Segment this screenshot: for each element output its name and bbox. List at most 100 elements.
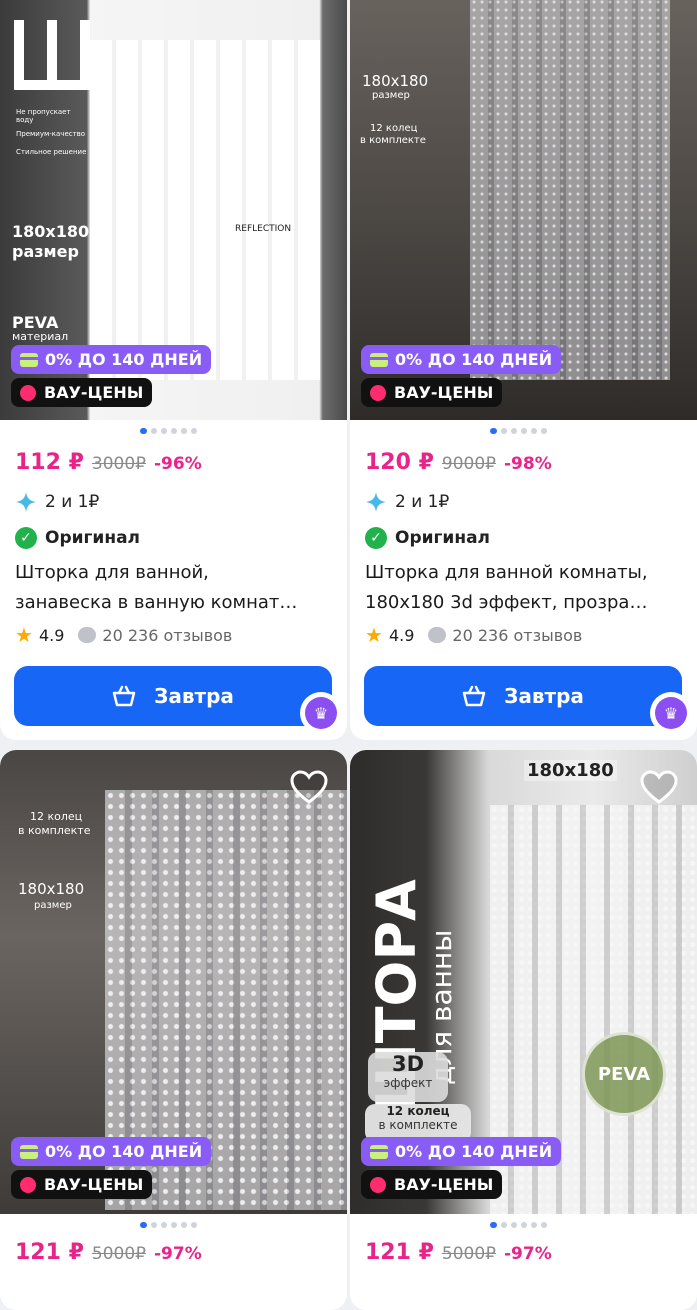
wow-icon bbox=[20, 384, 36, 401]
installment-badge: 0% ДО 140 ДНЕЙ bbox=[361, 1137, 562, 1166]
basket-icon bbox=[462, 685, 486, 707]
image-caption: 180x180 bbox=[18, 880, 85, 898]
installment-badge: 0% ДО 140 ДНЕЙ bbox=[11, 345, 212, 374]
price: 120 ₽ bbox=[365, 450, 434, 475]
rating-value: 4.9 bbox=[388, 625, 415, 645]
image-caption: в комплекте bbox=[360, 135, 426, 146]
image-caption: 12 колец bbox=[370, 123, 418, 134]
product-image[interactable]: 12 колец в комплекте 180x180 размер 0% Д… bbox=[0, 750, 347, 1214]
image-caption: 180x180 bbox=[362, 72, 429, 90]
image-caption: размер bbox=[34, 900, 72, 911]
check-icon: ✓ bbox=[365, 527, 387, 549]
image-caption: Премиум-качество bbox=[16, 130, 86, 138]
review-count: 20 236 отзывов bbox=[452, 625, 583, 645]
wow-icon bbox=[370, 384, 386, 401]
original-label: Оригинал bbox=[45, 528, 140, 548]
product-info: 121 ₽ 5000₽ -97% bbox=[15, 1240, 335, 1274]
image-caption: Стильное решение bbox=[16, 148, 87, 156]
old-price: 5000₽ bbox=[91, 1244, 146, 1264]
image-caption: Не пропускает воду bbox=[16, 108, 71, 124]
image-pager bbox=[140, 1222, 197, 1228]
spark-icon bbox=[365, 491, 387, 513]
original-row: ✓ Оригинал bbox=[15, 520, 335, 556]
favorite-button[interactable] bbox=[289, 768, 329, 808]
image-pager bbox=[490, 428, 547, 434]
discount: -96% bbox=[153, 454, 202, 474]
image-caption: для ванной bbox=[16, 80, 77, 91]
image-pager bbox=[490, 1222, 547, 1228]
product-info: 120 ₽ 9000₽ -98% 2 и 1₽ ✓ Оригинал Шторк… bbox=[365, 450, 685, 652]
curtain-graphic bbox=[90, 40, 320, 380]
installment-icon bbox=[20, 1144, 38, 1159]
image-badge: 3D эффект bbox=[368, 1052, 448, 1102]
image-caption: в комплекте bbox=[18, 824, 91, 837]
installment-icon bbox=[370, 1144, 388, 1159]
image-caption: размер bbox=[12, 242, 79, 261]
price: 112 ₽ bbox=[15, 450, 84, 475]
peva-seal: PEVA bbox=[582, 1032, 666, 1116]
promo-label: 2 и 1₽ bbox=[45, 492, 100, 512]
original-row: ✓ Оригинал bbox=[365, 520, 685, 556]
buy-button[interactable]: Завтра bbox=[14, 666, 332, 726]
price: 121 ₽ bbox=[365, 1240, 434, 1265]
rating-row: ★ 4.9 20 236 отзывов bbox=[15, 618, 335, 652]
image-caption: REFLECTION bbox=[235, 224, 292, 234]
crown-icon: ♛ bbox=[650, 692, 692, 734]
image-caption: размер bbox=[372, 90, 410, 101]
buy-button[interactable]: Завтра bbox=[364, 666, 682, 726]
favorite-button[interactable] bbox=[639, 768, 679, 808]
discount: -97% bbox=[153, 1244, 202, 1264]
product-image[interactable]: 180x180 размер 12 колец в комплекте 0% Д… bbox=[350, 0, 697, 420]
promo-row: 2 и 1₽ bbox=[15, 484, 335, 520]
curtain-graphic bbox=[470, 0, 670, 380]
installment-icon bbox=[20, 352, 38, 367]
image-caption: материал bbox=[12, 330, 69, 343]
wow-badge: ВАУ-ЦЕНЫ bbox=[11, 378, 153, 407]
badges: 0% ДО 140 ДНЕЙ ВАУ-ЦЕНЫ bbox=[361, 1137, 562, 1203]
promo-label: 2 и 1₽ bbox=[395, 492, 450, 512]
badges: 0% ДО 140 ДНЕЙ ВАУ-ЦЕНЫ bbox=[11, 345, 212, 411]
crown-icon: ♛ bbox=[300, 692, 342, 734]
heart-icon bbox=[640, 770, 678, 804]
badges: 0% ДО 140 ДНЕЙ ВАУ-ЦЕНЫ bbox=[361, 345, 562, 411]
spark-icon bbox=[15, 491, 37, 513]
review-bubble-icon bbox=[78, 627, 97, 643]
review-count: 20 236 отзывов bbox=[102, 625, 233, 645]
rating-value: 4.9 bbox=[38, 625, 65, 645]
installment-badge: 0% ДО 140 ДНЕЙ bbox=[11, 1137, 212, 1166]
discount: -97% bbox=[503, 1244, 552, 1264]
image-caption: 12 колец bbox=[30, 810, 83, 823]
product-image[interactable]: для ванной Не пропускает воду Премиум-ка… bbox=[0, 0, 347, 420]
installment-badge: 0% ДО 140 ДНЕЙ bbox=[361, 345, 562, 374]
star-icon: ★ bbox=[15, 623, 33, 647]
wow-icon bbox=[370, 1176, 386, 1193]
rating-row: ★ 4.9 20 236 отзывов bbox=[365, 618, 685, 652]
product-title[interactable]: Шторка для ванной, занавеска в ванную ко… bbox=[15, 558, 335, 618]
product-image[interactable]: ШТОРА для ванны 180x180 3D эффект 12 кол… bbox=[350, 750, 697, 1214]
product-card[interactable]: для ванной Не пропускает воду Премиум-ка… bbox=[0, 0, 347, 740]
image-caption: для ванны bbox=[425, 929, 458, 1085]
original-label: Оригинал bbox=[395, 528, 490, 548]
product-title[interactable]: Шторка для ванной комнаты, 180х180 3d эф… bbox=[365, 558, 685, 618]
heart-icon bbox=[290, 770, 328, 804]
wow-badge: ВАУ-ЦЕНЫ bbox=[361, 1170, 503, 1199]
wow-icon bbox=[20, 1176, 36, 1193]
installment-icon bbox=[370, 352, 388, 367]
badges: 0% ДО 140 ДНЕЙ ВАУ-ЦЕНЫ bbox=[11, 1137, 212, 1203]
image-caption: 180x180 bbox=[12, 222, 90, 241]
product-card[interactable]: 180x180 размер 12 колец в комплекте 0% Д… bbox=[350, 0, 697, 740]
old-price: 3000₽ bbox=[91, 454, 146, 474]
basket-icon bbox=[112, 685, 136, 707]
wow-badge: ВАУ-ЦЕНЫ bbox=[361, 378, 503, 407]
product-info: 112 ₽ 3000₽ -96% 2 и 1₽ ✓ Оригинал Шторк… bbox=[15, 450, 335, 652]
product-card[interactable]: ШТОРА для ванны 180x180 3D эффект 12 кол… bbox=[350, 750, 697, 1310]
wow-badge: ВАУ-ЦЕНЫ bbox=[11, 1170, 153, 1199]
product-card[interactable]: 12 колец в комплекте 180x180 размер 0% Д… bbox=[0, 750, 347, 1310]
old-price: 5000₽ bbox=[441, 1244, 496, 1264]
discount: -98% bbox=[503, 454, 552, 474]
product-info: 121 ₽ 5000₽ -97% bbox=[365, 1240, 685, 1274]
promo-row: 2 и 1₽ bbox=[365, 484, 685, 520]
image-caption: 180x180 bbox=[524, 760, 617, 781]
price: 121 ₽ bbox=[15, 1240, 84, 1265]
star-icon: ★ bbox=[365, 623, 383, 647]
